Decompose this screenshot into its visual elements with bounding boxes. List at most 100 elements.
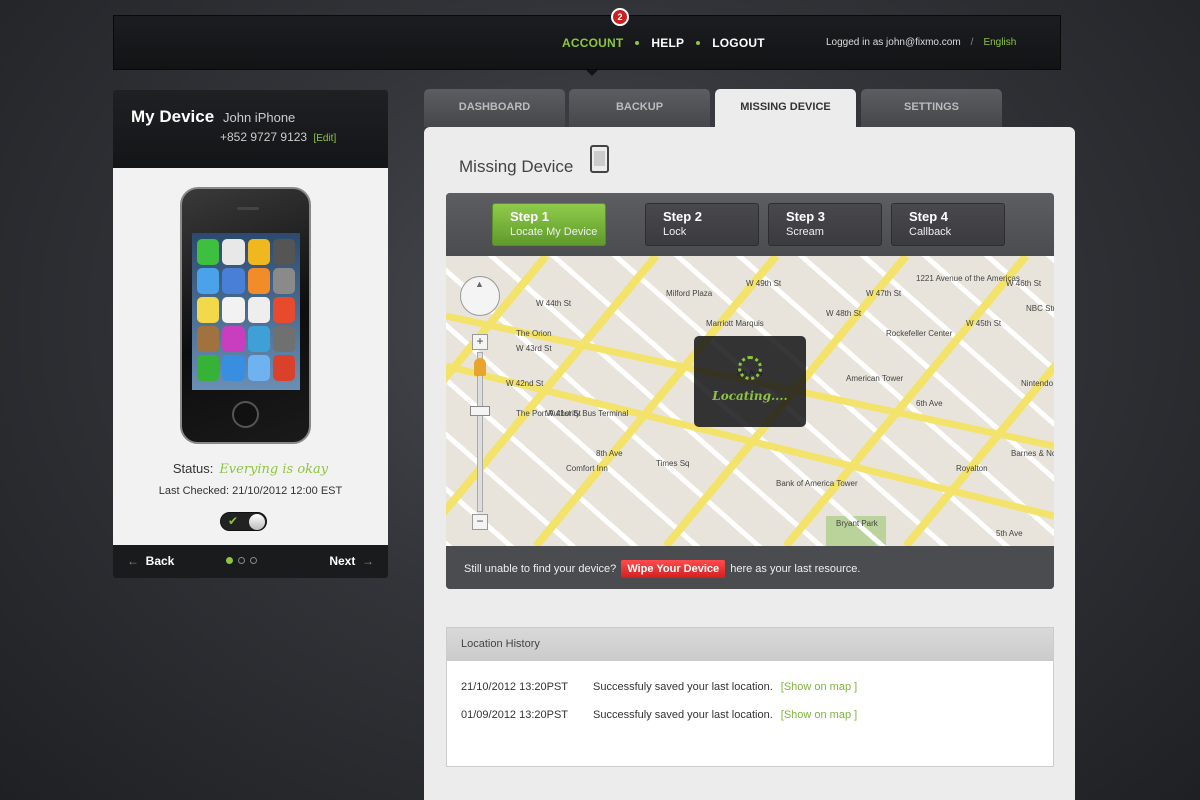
language-link[interactable]: English — [983, 37, 1016, 48]
tab-missing-device[interactable]: MISSING DEVICE — [715, 89, 856, 129]
device-panel: My Device John iPhone +852 9727 9123 [Ed… — [113, 90, 388, 578]
map-label: W 49th St — [746, 279, 782, 288]
show-on-map-link[interactable]: [Show on map ] — [781, 681, 857, 693]
device-phone: +852 9727 9123 [Edit] — [220, 130, 336, 144]
login-info: Logged in as john@fixmo.com / English — [826, 37, 1016, 48]
status-value: Everying is okay — [219, 462, 329, 477]
zoom-in-button[interactable]: + — [472, 334, 488, 350]
map-label: 5th Ave — [996, 529, 1023, 538]
map-label: 1221 Avenue of the Americas — [916, 274, 1020, 283]
wipe-device-button[interactable]: Wipe Your Device — [621, 560, 726, 578]
map-label: NBC Studios — [1026, 304, 1054, 313]
wipe-bar: Still unable to find your device? Wipe Y… — [446, 546, 1054, 589]
history-date: 21/10/2012 13:20PST — [461, 681, 569, 693]
step-title: Step 4 — [909, 209, 949, 224]
nav-account[interactable]: ACCOUNT — [562, 36, 623, 50]
iphone-speaker — [237, 207, 259, 210]
app-icon — [247, 268, 270, 294]
locate-box: Step 1 Locate My Device Step 2 Lock Step… — [446, 193, 1054, 589]
status-line: Status: Everying is okay — [113, 461, 388, 477]
map-label: Rockefeller Center — [886, 329, 953, 338]
map-label: Bryant Park — [836, 519, 879, 528]
zoom-out-button[interactable]: − — [472, 514, 488, 530]
spinner-icon — [738, 356, 762, 380]
map-label: Marriott Marquis — [706, 319, 764, 328]
step-title: Step 2 — [663, 209, 703, 224]
iphone-screen — [192, 233, 300, 390]
last-checked: Last Checked: 21/10/2012 12:00 EST — [158, 485, 343, 497]
app-icon — [197, 355, 220, 381]
zoom-slider-handle[interactable] — [470, 406, 490, 416]
nav-logout[interactable]: LOGOUT — [712, 36, 765, 50]
wipe-text: Still unable to find your device? Wipe Y… — [464, 560, 860, 578]
pager-dots — [226, 557, 257, 564]
protection-toggle[interactable]: ✔ — [220, 512, 267, 531]
nav-help[interactable]: HELP — [651, 36, 684, 50]
wipe-suffix: here as your last resource. — [730, 563, 861, 575]
nav-separator — [696, 41, 701, 45]
map-label: Times Sq — [656, 459, 690, 468]
map-view[interactable]: W 44th St W 43rd St W 42nd St W 41st St W 45… — [446, 256, 1054, 546]
login-separator: / — [970, 37, 974, 48]
tab-settings[interactable]: SETTINGS — [861, 89, 1002, 127]
app-icon — [197, 239, 220, 265]
nav-separator — [635, 41, 640, 45]
map-label: W 48th St — [826, 309, 862, 318]
pager-dot[interactable] — [250, 557, 257, 564]
status-label: Status: — [172, 461, 214, 476]
history-row: 01/09/2012 13:20PST Successfuly saved you… — [461, 709, 857, 721]
step-subtitle: Scream — [786, 226, 824, 238]
app-icon — [222, 355, 245, 381]
map-label: Nintendo World — [1021, 379, 1054, 388]
device-header: My Device John iPhone +852 9727 9123 [Ed… — [113, 90, 388, 168]
app-icon — [222, 268, 245, 294]
app-icon — [222, 326, 245, 352]
step-title: Step 3 — [786, 209, 826, 224]
zoom-slider-track[interactable] — [477, 352, 483, 512]
edit-link[interactable]: [Edit] — [313, 133, 336, 144]
app-icon — [272, 326, 295, 352]
top-bar: 2 ACCOUNT HELP LOGOUT Logged in as john@… — [113, 8, 1061, 76]
device-body: Status: Everying is okay Last Checked: 21… — [113, 168, 388, 545]
street-view-pegman-icon[interactable] — [474, 358, 486, 376]
app-icon — [247, 355, 270, 381]
back-button[interactable]: ← Back — [127, 554, 174, 568]
step-3-scream[interactable]: Step 3 Scream — [768, 203, 882, 246]
app-icon — [272, 239, 295, 265]
pager-dot[interactable] — [238, 557, 245, 564]
login-text: Logged in as john@fixmo.com — [826, 37, 961, 48]
toggle-knob — [249, 514, 265, 530]
map-label: W 47th St — [866, 289, 902, 298]
step-2-lock[interactable]: Step 2 Lock — [645, 203, 759, 246]
map-label: W 42nd St — [506, 379, 544, 388]
phone-icon — [590, 145, 609, 173]
notification-badge[interactable]: 2 — [611, 8, 629, 26]
locating-text: Locating.... — [712, 389, 788, 403]
map-label: 8th Ave — [596, 449, 623, 458]
active-nav-caret — [586, 70, 598, 76]
step-title: Step 1 — [510, 209, 550, 224]
locating-overlay: Locating.... — [694, 336, 806, 427]
app-icon — [222, 297, 245, 323]
app-icon — [272, 355, 295, 381]
map-pan-control[interactable] — [460, 276, 500, 316]
history-date: 01/09/2012 13:20PST — [461, 709, 569, 721]
map-label: Barnes & Noble — [1011, 449, 1054, 458]
map-label: Bank of America Tower — [776, 479, 858, 488]
tab-backup[interactable]: BACKUP — [569, 89, 710, 127]
map-label: 6th Ave — [916, 399, 943, 408]
step-subtitle: Callback — [909, 226, 952, 238]
next-button[interactable]: Next → — [329, 554, 374, 568]
step-1-locate[interactable]: Step 1 Locate My Device — [492, 203, 606, 246]
map-label: W 45th St — [966, 319, 1002, 328]
device-phone-number: +852 9727 9123 — [220, 130, 308, 144]
device-footer: ← Back Next → — [113, 545, 388, 578]
show-on-map-link[interactable]: [Show on map ] — [781, 709, 857, 721]
step-4-callback[interactable]: Step 4 Callback — [891, 203, 1005, 246]
history-text: Successfuly saved your last location. — [593, 709, 773, 721]
pager-dot[interactable] — [226, 557, 233, 564]
tab-dashboard[interactable]: DASHBOARD — [424, 89, 565, 127]
arrow-left-icon: ← — [127, 554, 139, 568]
map-label: Comfort Inn — [566, 464, 608, 473]
arrow-right-icon: → — [362, 554, 374, 568]
